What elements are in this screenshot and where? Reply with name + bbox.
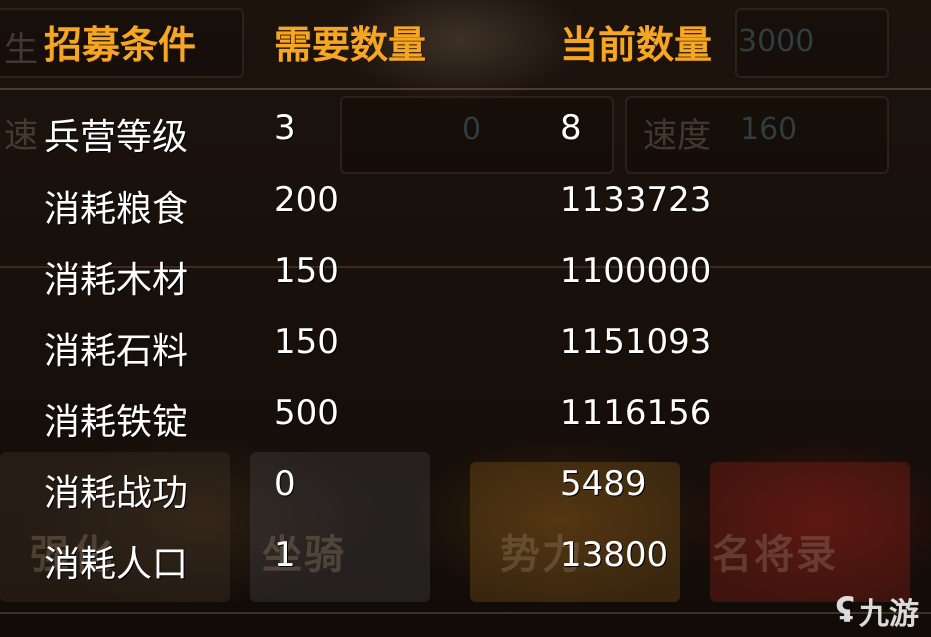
- bottom-divider: [0, 612, 931, 614]
- header-current-amount: 当前数量: [560, 23, 713, 67]
- row-label: 消耗铁锭: [44, 402, 189, 443]
- required-value: 150: [274, 251, 339, 291]
- row-label: 消耗战功: [44, 473, 189, 514]
- background-number-top-right: 3000: [738, 24, 815, 59]
- required-value: 3: [274, 108, 296, 148]
- row-merit: 消耗战功 0 5489: [0, 464, 931, 524]
- header-divider: [0, 88, 931, 90]
- background-label-left-top: 生: [4, 30, 38, 70]
- row-wood: 消耗木材 150 1100000: [0, 251, 931, 311]
- row-population: 消耗人口 1 13800: [0, 535, 931, 595]
- row-label: 兵营等级: [44, 117, 189, 158]
- required-value: 0: [274, 464, 296, 504]
- watermark-text: 九游: [859, 597, 919, 632]
- current-value: 1116156: [560, 393, 712, 433]
- current-value: 8: [560, 108, 582, 148]
- required-value: 150: [274, 322, 339, 362]
- current-value: 1100000: [560, 251, 712, 291]
- required-value: 200: [274, 180, 339, 220]
- header-recruit-condition: 招募条件: [44, 23, 197, 67]
- row-iron: 消耗铁锭 500 1116156: [0, 393, 931, 453]
- row-food: 消耗粮食 200 1133723: [0, 180, 931, 240]
- row-label: 消耗石料: [44, 331, 189, 372]
- row-stone: 消耗石料 150 1151093: [0, 322, 931, 382]
- current-value: 13800: [560, 535, 669, 575]
- row-barracks-level: 兵营等级 3 8: [0, 108, 931, 168]
- row-label: 消耗人口: [44, 544, 189, 585]
- header-required-amount: 需要数量: [274, 23, 427, 67]
- current-value: 1133723: [560, 180, 712, 220]
- current-value: 1151093: [560, 322, 712, 362]
- game-screen: 生 速 速度 3000 0 160 强化 坐骑 势力 名将录 招募条件 需要数量…: [0, 0, 931, 637]
- required-value: 500: [274, 393, 339, 433]
- watermark-logo: ʢ 九游: [836, 589, 919, 633]
- row-label: 消耗木材: [44, 260, 189, 301]
- required-value: 1: [274, 535, 296, 575]
- row-label: 消耗粮食: [44, 189, 189, 230]
- current-value: 5489: [560, 464, 647, 504]
- logo-icon: ʢ: [835, 591, 855, 631]
